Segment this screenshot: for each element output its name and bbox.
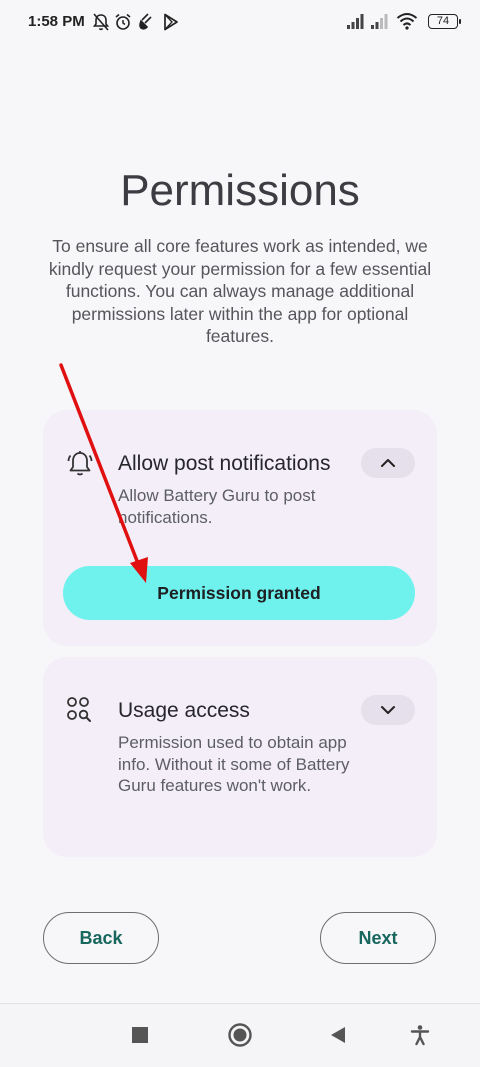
battery-level: 74 xyxy=(436,15,450,27)
intro-text: To ensure all core features work as inte… xyxy=(48,236,432,346)
recents-square-icon[interactable] xyxy=(131,1024,149,1046)
back-button[interactable]: Back xyxy=(43,912,159,964)
system-nav-bar xyxy=(0,1004,480,1067)
permission-card-usage-access: Usage access Permission used to obtain a… xyxy=(43,657,437,857)
collapse-toggle-notifications[interactable] xyxy=(361,448,415,478)
home-circle-icon[interactable] xyxy=(227,1022,253,1048)
chevron-up-icon xyxy=(381,459,395,467)
bell-icon xyxy=(67,451,93,476)
signal-bars-icon xyxy=(347,14,364,29)
expand-toggle-usage-access[interactable] xyxy=(361,695,415,725)
charging-plug-icon xyxy=(139,13,152,30)
next-button[interactable]: Next xyxy=(320,912,436,964)
card-description-notifications: Allow Battery Guru to post notifications… xyxy=(118,486,316,527)
back-triangle-icon[interactable] xyxy=(328,1024,348,1046)
battery-icon: 74 xyxy=(428,14,461,29)
wifi-icon xyxy=(396,13,418,30)
chevron-down-icon xyxy=(381,706,395,714)
status-time: 1:58 PM xyxy=(28,13,85,30)
status-icons-right: 74 xyxy=(346,11,461,33)
accessibility-icon[interactable] xyxy=(410,1024,430,1046)
card-title-usage-access: Usage access xyxy=(118,699,250,722)
permission-granted-button[interactable]: Permission granted xyxy=(63,566,415,620)
card-title-notifications: Allow post notifications xyxy=(118,452,331,475)
signal-bars-icon xyxy=(371,14,388,29)
alarm-icon xyxy=(115,13,131,30)
play-store-icon xyxy=(164,13,178,31)
card-description-usage-access: Permission used to obtain app info. With… xyxy=(118,733,350,795)
permission-card-notifications: Allow post notifications Allow Battery G… xyxy=(43,410,437,646)
apps-search-icon xyxy=(67,697,91,722)
page-title: Permissions xyxy=(120,166,360,216)
notifications-off-icon xyxy=(92,13,110,31)
status-bar: 1:58 PM 74 xyxy=(0,0,480,46)
